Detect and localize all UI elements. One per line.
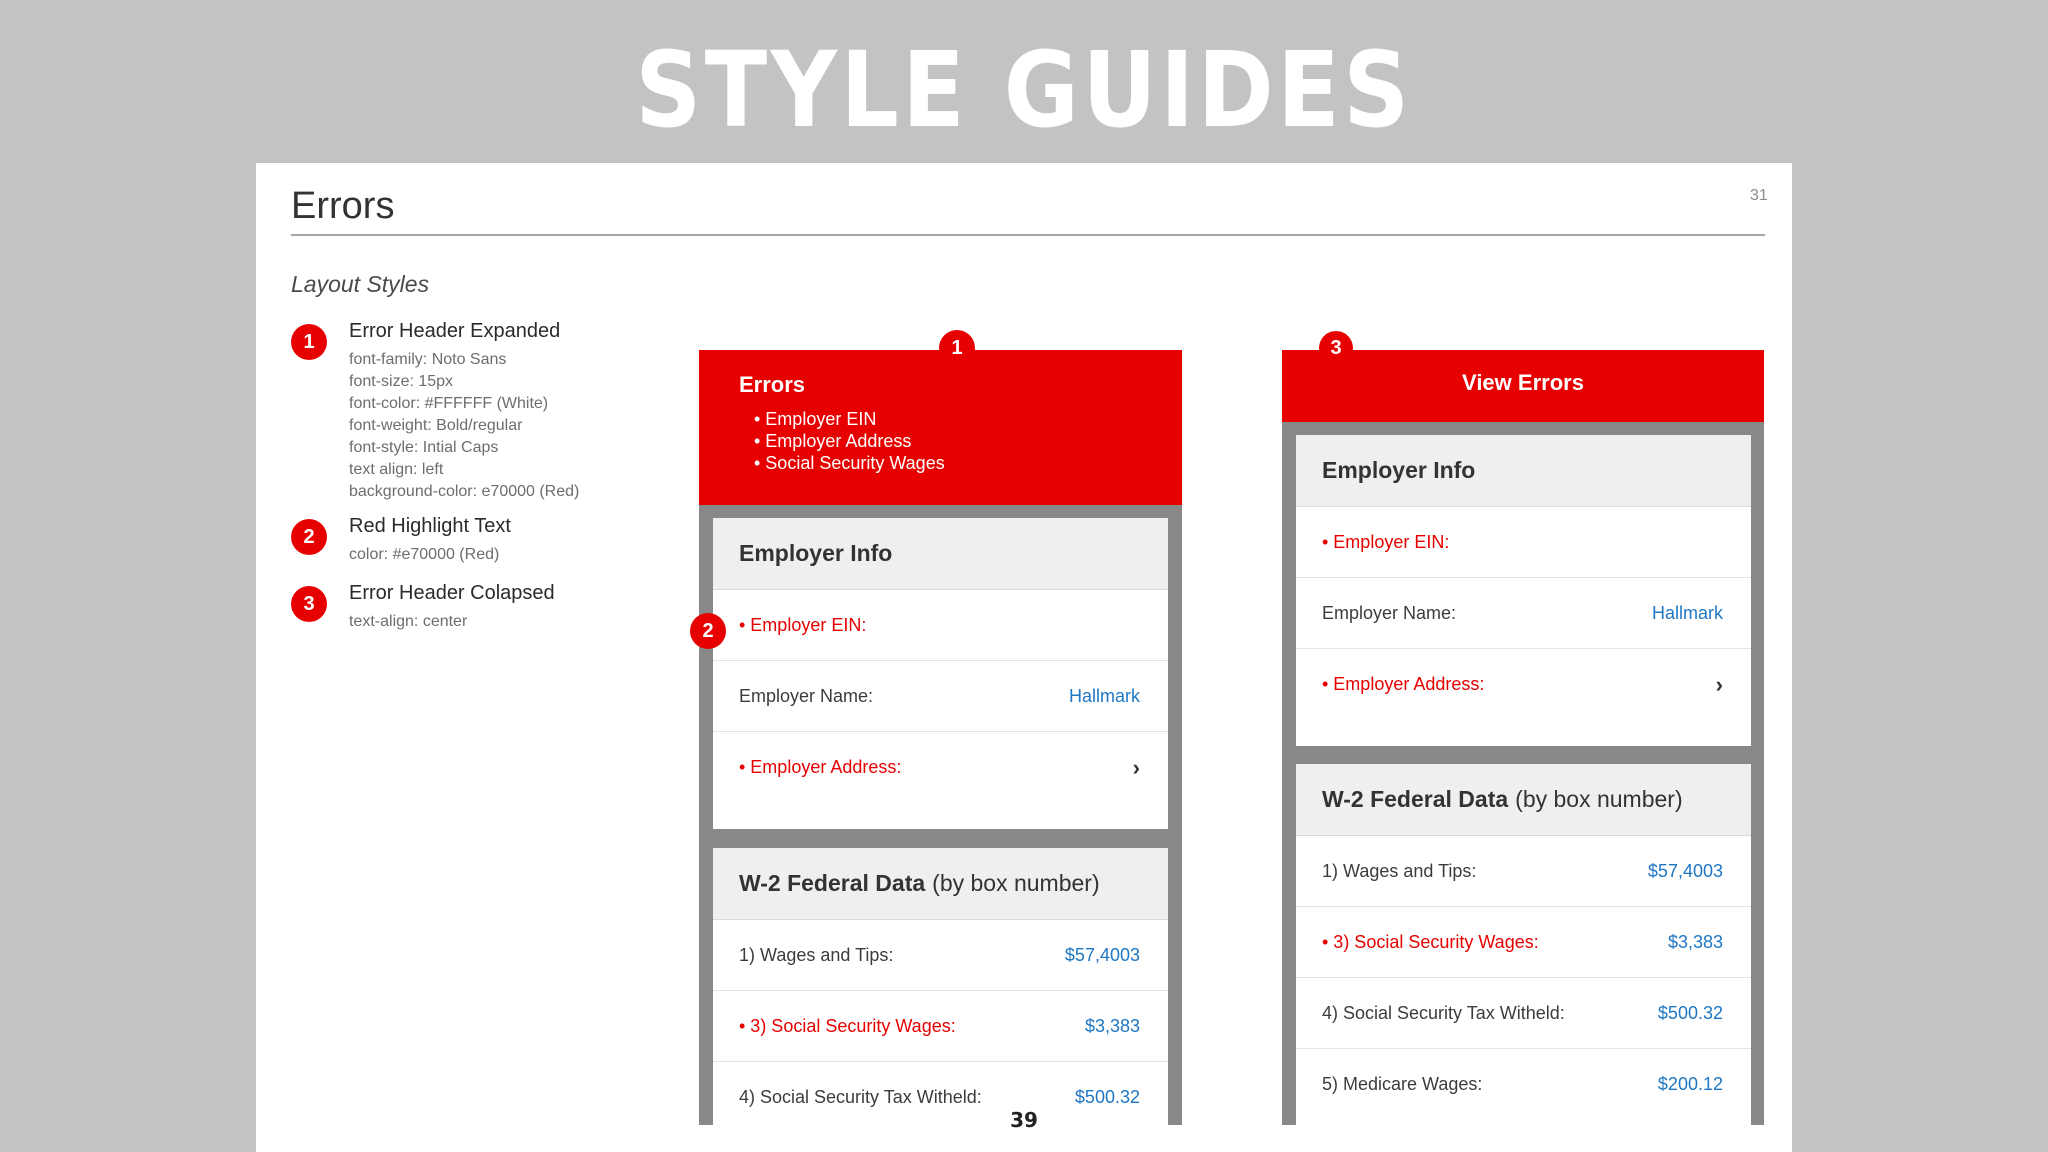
card-header: W-2 Federal Data (by box number) bbox=[713, 848, 1168, 920]
spec-line: text-align: center bbox=[349, 613, 468, 630]
employer-info-card: Employer Info • Employer EIN: Employer N… bbox=[1296, 435, 1751, 746]
field-label: • 3) Social Security Wages: bbox=[739, 1015, 956, 1036]
error-item[interactable]: • Employer Address bbox=[754, 430, 945, 452]
field-value: $3,383 bbox=[1667, 931, 1723, 952]
field-row-employer-ein[interactable]: • Employer EIN: bbox=[1296, 507, 1751, 578]
legend-label: Error Header Colapsed bbox=[349, 582, 555, 604]
field-value: $3,383 bbox=[1084, 1015, 1140, 1036]
mock-expanded-errors: Errors • Employer EIN • Employer Address… bbox=[699, 350, 1182, 1125]
field-row-employer-address[interactable]: • Employer Address: › bbox=[713, 732, 1168, 803]
card-header: W-2 Federal Data (by box number) bbox=[1296, 764, 1751, 836]
field-value: $500.32 bbox=[1657, 1002, 1723, 1023]
spec-line: font-weight: Bold/regular bbox=[349, 417, 523, 434]
spec-line: background-color: e70000 (Red) bbox=[349, 483, 580, 500]
legend-specs: color: #e70000 (Red) bbox=[349, 544, 669, 566]
card-title: W-2 Federal Data bbox=[739, 870, 926, 896]
field-label: • Employer Address: bbox=[1322, 674, 1485, 694]
card-title: W-2 Federal Data bbox=[1322, 786, 1509, 812]
number-badge: 1 bbox=[291, 324, 327, 360]
field-value: $57,4003 bbox=[1647, 860, 1723, 881]
field-row-ss-tax[interactable]: 4) Social Security Tax Witheld: $500.32 bbox=[713, 1062, 1168, 1125]
card-subtitle: (by box number) bbox=[932, 870, 1100, 896]
card-header: Employer Info bbox=[1296, 435, 1751, 507]
field-value: $57,4003 bbox=[1064, 944, 1140, 965]
field-row-employer-name[interactable]: Employer Name: Hallmark bbox=[1296, 578, 1751, 649]
card-subtitle: (by box number) bbox=[1515, 786, 1683, 812]
field-row-employer-address[interactable]: • Employer Address: › bbox=[1296, 649, 1751, 720]
slide: Errors 31 Layout Styles 1 Error Header E… bbox=[256, 163, 1792, 1152]
number-badge: 3 bbox=[291, 586, 327, 622]
error-item[interactable]: • Employer EIN bbox=[754, 408, 945, 430]
error-header-expanded[interactable]: Errors • Employer EIN • Employer Address… bbox=[699, 350, 1182, 505]
field-row-wages-tips[interactable]: 1) Wages and Tips: $57,4003 bbox=[713, 920, 1168, 991]
employer-info-card: Employer Info • Employer EIN: Employer N… bbox=[713, 518, 1168, 829]
field-label: • Employer EIN: bbox=[739, 614, 867, 635]
number-badge-header: 3 bbox=[1319, 331, 1353, 365]
spec-line: font-size: 15px bbox=[349, 373, 454, 390]
field-label: 4) Social Security Tax Witheld: bbox=[1322, 1002, 1565, 1023]
banner-title: STYLE GUIDES bbox=[635, 29, 1413, 151]
field-label: • Employer EIN: bbox=[1322, 531, 1450, 552]
spec-line: color: #e70000 (Red) bbox=[349, 546, 500, 563]
field-row-employer-ein[interactable]: • Employer EIN: bbox=[713, 590, 1168, 661]
chevron-right-icon: › bbox=[1715, 671, 1723, 697]
field-row-medicare[interactable]: 5) Medicare Wages: $200.12 bbox=[1296, 1049, 1751, 1120]
field-label: 1) Wages and Tips: bbox=[739, 944, 894, 965]
field-row-wages-tips[interactable]: 1) Wages and Tips: $57,4003 bbox=[1296, 836, 1751, 907]
w2-federal-card: W-2 Federal Data (by box number) 1) Wage… bbox=[713, 848, 1168, 1125]
chevron-right-icon: › bbox=[1132, 754, 1140, 780]
field-label: Employer Name: bbox=[1322, 602, 1457, 623]
field-value: $200.12 bbox=[1657, 1074, 1723, 1094]
card-title: Employer Info bbox=[1322, 457, 1476, 483]
spec-line: font-family: Noto Sans bbox=[349, 351, 507, 368]
error-item[interactable]: • Social Security Wages bbox=[754, 452, 945, 474]
footer-page-number: 39 bbox=[1010, 1108, 1038, 1132]
spec-line: font-style: Intial Caps bbox=[349, 439, 499, 456]
field-value: Hallmark bbox=[1068, 685, 1140, 706]
card-header: Employer Info bbox=[713, 518, 1168, 590]
field-row-ss-wages[interactable]: • 3) Social Security Wages: $3,383 bbox=[1296, 907, 1751, 978]
slide-title: Errors bbox=[291, 185, 395, 227]
error-list: • Employer EIN • Employer Address • Soci… bbox=[754, 408, 945, 474]
card-title: Employer Info bbox=[739, 540, 893, 566]
legend-label: Red Highlight Text bbox=[349, 515, 511, 537]
number-badge: 2 bbox=[291, 519, 327, 555]
legend-specs: font-family: Noto Sans font-size: 15px f… bbox=[349, 349, 669, 503]
field-row-ss-wages[interactable]: • 3) Social Security Wages: $3,383 bbox=[713, 991, 1168, 1062]
view-errors-label: View Errors bbox=[1462, 370, 1584, 395]
field-value: Hallmark bbox=[1651, 602, 1723, 623]
errors-title: Errors bbox=[739, 372, 806, 397]
page-number: 31 bbox=[1750, 187, 1768, 204]
field-label: 5) Medicare Wages: bbox=[1322, 1074, 1483, 1094]
field-label: 1) Wages and Tips: bbox=[1322, 860, 1477, 881]
w2-federal-card: W-2 Federal Data (by box number) 1) Wage… bbox=[1296, 764, 1751, 1125]
title-divider bbox=[291, 234, 1765, 236]
error-header-collapsed[interactable]: View Errors bbox=[1282, 350, 1764, 422]
spec-line: font-color: #FFFFFF (White) bbox=[349, 395, 549, 412]
field-row-ss-tax[interactable]: 4) Social Security Tax Witheld: $500.32 bbox=[1296, 978, 1751, 1049]
section-title: Layout Styles bbox=[291, 271, 430, 297]
legend-specs: text-align: center bbox=[349, 611, 669, 633]
number-badge-row: 2 bbox=[690, 613, 726, 649]
mock-collapsed-errors: View Errors Employer Info • Employer EIN… bbox=[1282, 350, 1764, 1125]
field-value: $500.32 bbox=[1074, 1086, 1140, 1107]
field-label: 4) Social Security Tax Witheld: bbox=[739, 1086, 982, 1107]
legend-label: Error Header Expanded bbox=[349, 320, 561, 342]
field-label: • 3) Social Security Wages: bbox=[1322, 931, 1539, 952]
field-row-employer-name[interactable]: Employer Name: Hallmark bbox=[713, 661, 1168, 732]
number-badge-header: 1 bbox=[939, 330, 975, 366]
field-label: Employer Name: bbox=[739, 685, 874, 706]
spec-line: text align: left bbox=[349, 461, 444, 478]
field-label: • Employer Address: bbox=[739, 757, 902, 777]
